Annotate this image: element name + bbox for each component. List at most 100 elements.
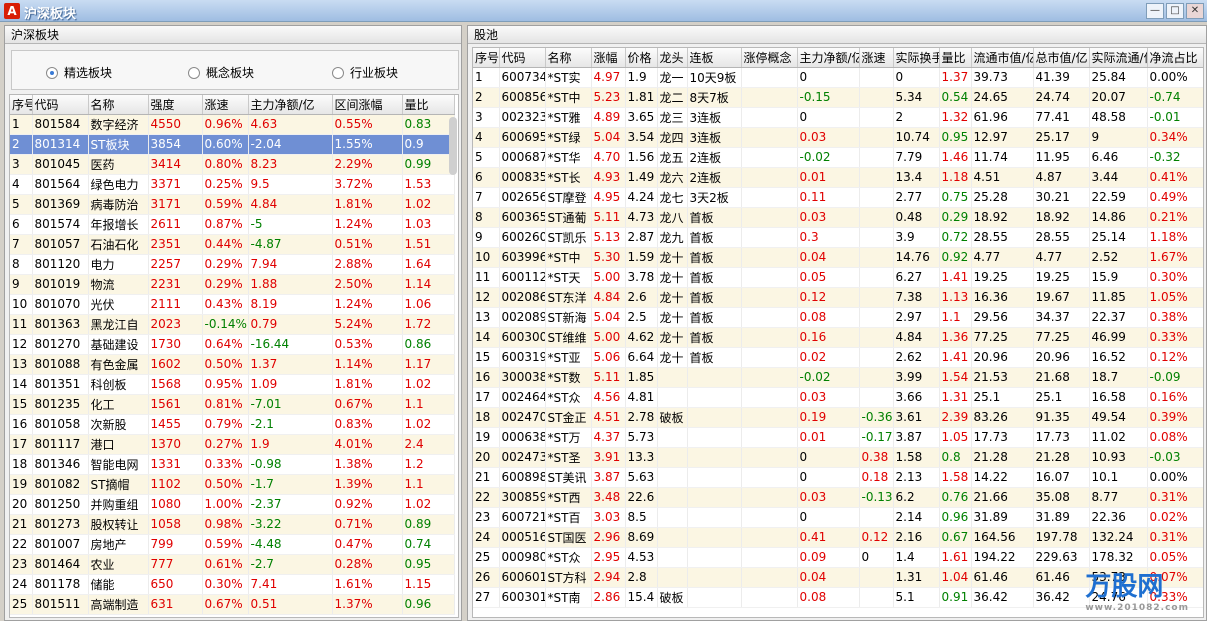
table-cell: 1.32	[939, 107, 972, 128]
table-row[interactable]: 14 801351 科创板 1568 0.95% 1.09 1.81% 1.02	[10, 374, 455, 395]
table-cell: 801045	[32, 154, 89, 175]
table-cell: 0.38%	[1147, 307, 1203, 328]
table-row[interactable]: 22 300859 *ST西 3.48 22.6 0.03 -0.13 6.2 0.76 21.6…	[473, 487, 1203, 508]
table-row[interactable]: 7 801057 石油石化 2351 0.44% -4.87 0.51% 1.51	[10, 234, 455, 255]
table-row[interactable]: 12 801270 基础建设 1730 0.64% -16.44 0.53% 0.86	[10, 334, 455, 355]
table-row[interactable]: 3 002323 *ST雅 4.89 3.65 龙三 3连板 0 2 1.32 61.96 77.41…	[473, 107, 1203, 128]
table-row[interactable]: 17 002464 *ST众 4.56 4.81 0.03 3.66 1.31 25.1 25.1…	[473, 387, 1203, 408]
table-row[interactable]: 10 801070 光伏 2111 0.43% 8.19 1.24% 1.06	[10, 294, 455, 315]
table-row[interactable]: 16 300038 *ST数 5.11 1.85 -0.02 3.99 1.54 21.53 21…	[473, 367, 1203, 388]
column-header[interactable]: 龙头	[657, 48, 688, 68]
table-cell: 22.37	[1089, 307, 1148, 328]
table-cell: 15.4	[625, 587, 658, 608]
table-row[interactable]: 8 801120 电力 2257 0.29% 7.94 2.88% 1.64	[10, 254, 455, 275]
table-row[interactable]: 5 000687 *ST华 4.70 1.56 龙五 2连板 -0.02 7.79 1.46 11.…	[473, 147, 1203, 168]
table-row[interactable]: 5 801369 病毒防治 3171 0.59% 4.84 1.81% 1.02	[10, 194, 455, 215]
sector-table-scrollbar[interactable]	[449, 117, 457, 175]
table-cell: 0	[893, 67, 940, 88]
table-row[interactable]: 11 600112 *ST天 5.00 3.78 龙十 首板 0.05 6.27 1.41 19.2…	[473, 267, 1203, 288]
table-row[interactable]: 8 600365 ST通葡 5.11 4.73 龙八 首板 0.03 0.48 0.29 18.92…	[473, 207, 1203, 228]
table-cell: 600300	[499, 327, 546, 348]
table-row[interactable]: 10 603996 *ST中 5.30 1.59 龙十 首板 0.04 14.76 0.92 4.7…	[473, 247, 1203, 268]
column-header[interactable]: 名称	[88, 95, 149, 115]
column-header[interactable]: 代码	[499, 48, 546, 68]
table-row[interactable]: 20 801250 并购重组 1080 1.00% -2.37 0.92% 1.02	[10, 494, 455, 515]
column-header[interactable]: 序号	[10, 95, 33, 115]
table-row[interactable]: 1 600734 *ST实 4.97 1.9 龙一 10天9板 0 0 1.37 39.73 41.3…	[473, 67, 1203, 88]
table-row[interactable]: 13 801088 有色金属 1602 0.50% 1.37 1.14% 1.17	[10, 354, 455, 375]
minimize-button[interactable]: —	[1146, 3, 1164, 19]
table-row[interactable]: 21 801273 股权转让 1058 0.98% -3.22 0.71% 0.89	[10, 514, 455, 535]
table-row[interactable]: 2 801314 ST板块 3854 0.60% -2.04 1.55% 0.9	[10, 134, 455, 155]
column-header[interactable]: 流通市值/亿	[971, 48, 1034, 68]
table-row[interactable]: 1 801584 数字经济 4550 0.96% 4.63 0.55% 0.83	[10, 114, 455, 135]
table-row[interactable]: 24 801178 储能 650 0.30% 7.41 1.61% 1.15	[10, 574, 455, 595]
table-row[interactable]: 21 600898 ST美讯 3.87 5.63 0 0.18 2.13 1.58 14.22 16…	[473, 467, 1203, 488]
table-cell: 5.13	[591, 227, 626, 248]
table-row[interactable]: 23 801464 农业 777 0.61% -2.7 0.28% 0.95	[10, 554, 455, 575]
table-row[interactable]: 20 002473 *ST圣 3.91 13.3 0 0.38 1.58 0.8 21.28 21.…	[473, 447, 1203, 468]
table-row[interactable]: 9 801019 物流 2231 0.29% 1.88 2.50% 1.14	[10, 274, 455, 295]
table-row[interactable]: 9 600260 ST凯乐 5.13 2.87 龙九 首板 0.3 3.9 0.72 28.55 28…	[473, 227, 1203, 248]
table-row[interactable]: 12 002086 ST东洋 4.84 2.6 龙十 首板 0.12 7.38 1.13 16.36…	[473, 287, 1203, 308]
table-cell: ST方科	[545, 567, 592, 588]
table-cell: -0.15	[797, 87, 860, 108]
table-cell: 0.98%	[202, 514, 249, 535]
table-row[interactable]: 4 801564 绿色电力 3371 0.25% 9.5 3.72% 1.53	[10, 174, 455, 195]
column-header[interactable]: 涨速	[859, 48, 894, 68]
table-row[interactable]: 18 002470 ST金正 4.51 2.78 破板 0.19 -0.36 3.61 2.39 8…	[473, 407, 1203, 428]
table-row[interactable]: 17 801117 港口 1370 0.27% 1.9 4.01% 2.4	[10, 434, 455, 455]
column-header[interactable]: 量比	[939, 48, 972, 68]
table-row[interactable]: 2 600856 *ST中 5.23 1.81 龙二 8天7板 -0.15 5.34 0.54 24…	[473, 87, 1203, 108]
table-row[interactable]: 19 000638 *ST万 4.37 5.73 0.01 -0.17 3.87 1.05 17.…	[473, 427, 1203, 448]
table-row[interactable]: 25 000980 *ST众 2.95 4.53 0.09 0 1.4 1.61 194.22 22…	[473, 547, 1203, 568]
table-row[interactable]: 6 801574 年报增长 2611 0.87% -5 1.24% 1.03	[10, 214, 455, 235]
table-row[interactable]: 7 002656 ST摩登 4.95 4.24 龙七 3天2板 0.11 2.77 0.75 25.…	[473, 187, 1203, 208]
table-row[interactable]: 15 801235 化工 1561 0.81% -7.01 0.67% 1.1	[10, 394, 455, 415]
table-cell: 801363	[32, 314, 89, 335]
column-header[interactable]: 代码	[32, 95, 89, 115]
table-row[interactable]: 6 000835 *ST长 4.93 1.49 龙六 2连板 0.01 13.4 1.18 4.51…	[473, 167, 1203, 188]
table-cell: 7.38	[893, 287, 940, 308]
radio-featured-board[interactable]: 精选板块	[46, 64, 112, 81]
table-row[interactable]: 14 600300 ST维维 5.00 4.62 龙十 首板 0.16 4.84 1.36 77.2…	[473, 327, 1203, 348]
table-row[interactable]: 4 600695 *ST绿 5.04 3.54 龙四 3连板 0.03 10.74 0.95 12.…	[473, 127, 1203, 148]
column-header[interactable]: 名称	[545, 48, 592, 68]
table-row[interactable]: 19 801082 ST摘帽 1102 0.50% -1.7 1.39% 1.1	[10, 474, 455, 495]
column-header[interactable]: 连板	[687, 48, 742, 68]
table-cell: 0.96%	[202, 114, 249, 135]
column-header[interactable]: 涨速	[202, 95, 249, 115]
table-row[interactable]: 13 002089 ST新海 5.04 2.5 龙十 首板 0.08 2.97 1.1 29.56 3…	[473, 307, 1203, 328]
table-cell: 龙十	[657, 347, 688, 368]
table-cell: 14.76	[893, 247, 940, 268]
column-header[interactable]: 实际换手	[893, 48, 940, 68]
table-row[interactable]: 16 801058 次新股 1455 0.79% -2.1 0.83% 1.02	[10, 414, 455, 435]
maximize-button[interactable]: □	[1166, 3, 1184, 19]
table-row[interactable]: 22 801007 房地产 799 0.59% -4.48 0.47% 0.74	[10, 534, 455, 555]
column-header[interactable]: 强度	[148, 95, 203, 115]
column-header[interactable]: 主力净额/亿	[248, 95, 333, 115]
column-header[interactable]: 主力净额/亿	[797, 48, 860, 68]
table-row[interactable]: 18 801346 智能电网 1331 0.33% -0.98 1.38% 1.2	[10, 454, 455, 475]
close-button[interactable]: ✕	[1186, 3, 1204, 19]
column-header[interactable]: 量比	[402, 95, 455, 115]
column-header[interactable]: 涨幅	[591, 48, 626, 68]
radio-industry-board[interactable]: 行业板块	[332, 64, 398, 81]
table-row[interactable]: 23 600721 *ST百 3.03 8.5 0 2.14 0.96 31.89 31.89 22…	[473, 507, 1203, 528]
column-header[interactable]: 涨停概念	[741, 48, 798, 68]
column-header[interactable]: 总市值/亿	[1033, 48, 1090, 68]
table-row[interactable]: 24 000516 ST国医 2.96 8.69 0.41 0.12 2.16 0.67 164.…	[473, 527, 1203, 548]
column-header[interactable]: 价格	[625, 48, 658, 68]
table-row[interactable]: 3 801045 医药 3414 0.80% 8.23 2.29% 0.99	[10, 154, 455, 175]
column-header[interactable]: 实际流通/亿	[1089, 48, 1148, 68]
column-header[interactable]: 区间涨幅	[332, 95, 403, 115]
column-header[interactable]: 净流占比	[1147, 48, 1203, 68]
table-row[interactable]: 11 801363 黑龙江自 2023 -0.14% 0.79 5.24% 1.72	[10, 314, 455, 335]
radio-concept-board[interactable]: 概念板块	[188, 64, 254, 81]
table-cell	[741, 547, 798, 568]
table-row[interactable]: 25 801511 高端制造 631 0.67% 0.51 1.37% 0.96	[10, 594, 455, 615]
table-row[interactable]: 15 600319 *ST亚 5.06 6.64 龙十 首板 0.02 2.62 1.41 20.9…	[473, 347, 1203, 368]
column-header[interactable]: 序号	[473, 48, 500, 68]
table-cell: 龙七	[657, 187, 688, 208]
table-cell: 病毒防治	[88, 194, 149, 215]
